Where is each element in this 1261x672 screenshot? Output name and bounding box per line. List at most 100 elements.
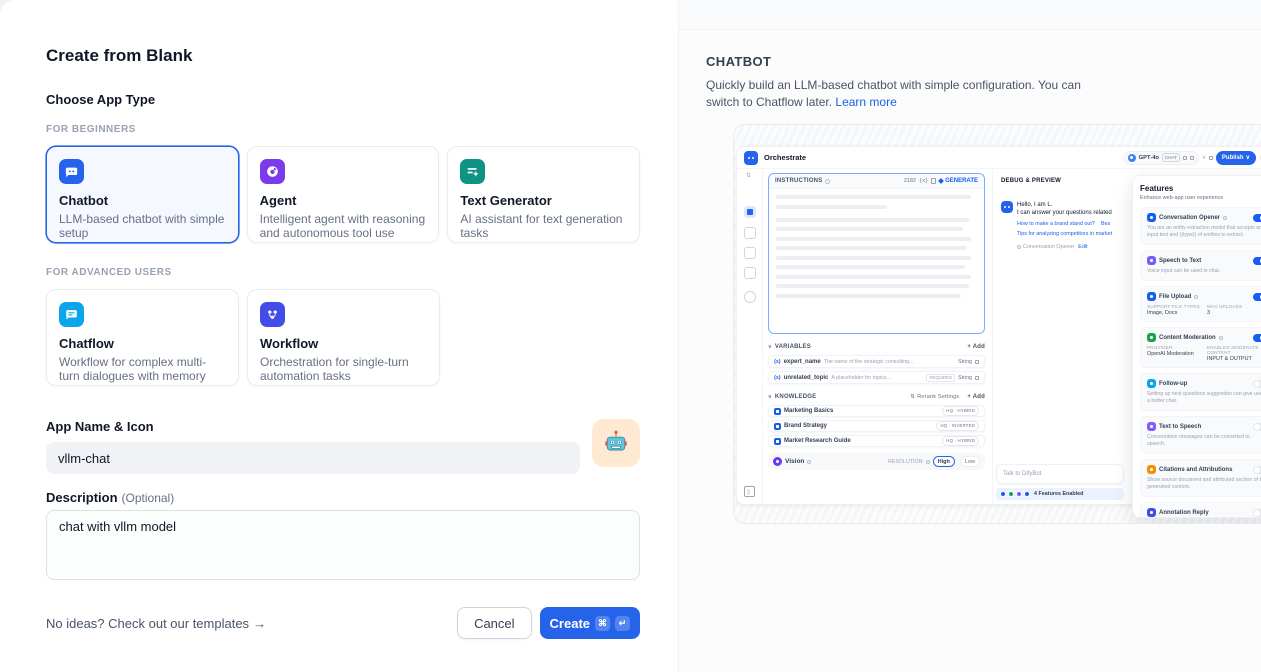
required-badge: REQUIRED [926,374,955,382]
feature-toggle [1253,380,1261,388]
create-button-label: Create [550,616,590,631]
publish-button: Publish ∨ [1216,151,1256,165]
feature-toggle [1253,214,1261,222]
info-icon [1223,216,1227,220]
token-count: 2182 [904,178,916,184]
chevron-down-icon: ∨ [768,394,772,400]
knowledge-row: Marketing Basics HQ · HYBRID [768,405,985,417]
rerank-icon: ⇅ [910,394,915,400]
app-type-desc: AI assistant for text generation tasks [460,212,627,240]
edit-opener-link: Edit [1078,244,1087,250]
chatbot-preview-image: Orchestrate GPT-4o CHAT ∨ Publish ∨ [733,124,1261,524]
variable-settings-icon [975,360,979,364]
suggested-question: Tips for analyzing competitors in market [1017,231,1112,238]
app-name-label: App Name & Icon [46,419,640,435]
speech-feature-dot [1016,491,1022,497]
preview-window-title: Orchestrate [764,153,806,162]
debug-preview-column: DEBUG & PREVIEW Hello, I am L. I can ans… [992,169,1127,504]
instructions-placeholder-text [769,189,984,309]
content-moderation-icon [1147,333,1156,342]
app-type-preview-panel: CHATBOT Quickly build an LLM-based chatb… [678,0,1261,672]
app-type-desc: Workflow for complex multi-turn dialogue… [59,355,226,383]
orchestrate-config-column: INSTRUCTIONS 2182 {x} GENERATE [768,173,985,470]
info-icon [1219,336,1223,340]
suggested-question: Bes [1101,221,1110,228]
preview-icon [744,227,756,239]
switch-icon: ⇅ [746,172,751,179]
app-type-name: Text Generator [460,193,627,209]
model-selector: GPT-4o CHAT [1123,151,1199,165]
tune-icon [1209,156,1213,160]
variable-icon: {x} [774,375,781,381]
api-icon [744,247,756,259]
microphone-icon [1183,156,1187,160]
description-optional-label: (Optional) [122,491,175,505]
vision-row: Vision RESOLUTION High Low [768,453,985,470]
top-strip [679,0,1261,30]
choose-app-type-label: Choose App Type [46,92,640,108]
bot-avatar [1001,201,1013,213]
opener-feature-dot [1000,491,1006,497]
knowledge-row: Brand Strategy HQ · INVERTED [768,420,985,432]
feature-toggle [1253,293,1261,301]
create-button[interactable]: Create ⌘ ↵ [540,607,640,639]
dataset-icon [774,408,781,415]
feature-toggle [1253,257,1261,265]
chatbot-icon [59,159,84,184]
cmd-key-icon: ⌘ [595,616,610,631]
preview-heading: CHATBOT [706,54,1233,69]
feature-speech-to-text: Speech to Text Voice input can be used i… [1140,250,1261,281]
variable-row: {x} unrelated_topic A placeholder for to… [768,371,985,384]
suggested-question: How to make a brand stand out? [1017,221,1095,228]
feature-annotation-reply: Annotation Reply [1140,502,1261,518]
feature-toggle [1253,423,1261,431]
enter-key-icon: ↵ [615,616,630,631]
app-name-input[interactable] [46,442,580,474]
variables-icon: {x} [919,178,928,184]
chat-input-placeholder: Talk to DifyBot [996,464,1124,484]
monitoring-icon [744,291,756,303]
add-variable-button: + Add [967,344,985,350]
app-type-card-text-generator[interactable]: Text Generator AI assistant for text gen… [447,146,640,243]
preview-topbar: Orchestrate GPT-4o CHAT ∨ Publish ∨ [737,147,1261,169]
variables-section-header: ∨ VARIABLES + Add [768,341,985,352]
model-provider-icon [1128,154,1136,162]
section-for-advanced-users: FOR ADVANCED USERS [46,267,640,279]
learn-more-link[interactable]: Learn more [835,95,896,109]
feature-toggle [1253,466,1261,474]
speech-to-text-icon [1147,256,1156,265]
file-upload-icon [1147,292,1156,301]
annotation-reply-icon [1147,508,1156,517]
feature-toggle [1253,334,1261,342]
opener-icon [1017,245,1021,249]
feature-content-moderation: Content Moderation PROVIDER OpenAI Moder… [1140,327,1261,368]
info-icon [825,179,830,184]
description-textarea[interactable]: chat with vllm model [46,510,640,580]
app-type-card-agent[interactable]: Agent Intelligent agent with reasoning a… [247,146,440,243]
file-feature-dot [1024,491,1030,497]
knowledge-row: Market Research Guide HQ · HYBRID [768,435,985,447]
app-type-card-workflow[interactable]: Workflow Orchestration for single-turn a… [247,289,440,386]
advanced-app-type-cards: Chatflow Workflow for complex multi-turn… [46,289,640,386]
features-enabled-bar: 4 Features Enabled [996,488,1124,500]
feature-toggle [1253,509,1261,517]
app-icon-picker[interactable] [592,419,640,467]
copy-icon [931,178,936,184]
app-type-card-chatbot[interactable]: Chatbot LLM-based chatbot with simple se… [46,146,239,243]
create-app-modal: Create from Blank Choose App Type FOR BE… [0,0,678,672]
app-type-name: Chatbot [59,193,226,209]
variable-row: {x} expert_name The name of the strategi… [768,355,985,368]
chevron-down-icon: ∨ [1246,154,1250,161]
dataset-icon [774,423,781,430]
retrieval-badge: HQ · HYBRID [942,436,979,446]
retrieval-badge: HQ · INVERTED [936,421,979,431]
chat-mode-badge: CHAT [1162,153,1180,162]
page-title: Create from Blank [46,46,640,66]
chevron-down-icon: ∨ [1202,155,1206,161]
rerank-settings-button: ⇅ Rerank Settings [910,394,959,400]
cancel-button[interactable]: Cancel [457,607,531,639]
generate-button: GENERATE [939,178,978,184]
app-type-card-chatflow[interactable]: Chatflow Workflow for complex multi-turn… [46,289,239,386]
robot-emoji-icon [602,429,630,457]
templates-link[interactable]: No ideas? Check out our templates→ [46,616,266,631]
